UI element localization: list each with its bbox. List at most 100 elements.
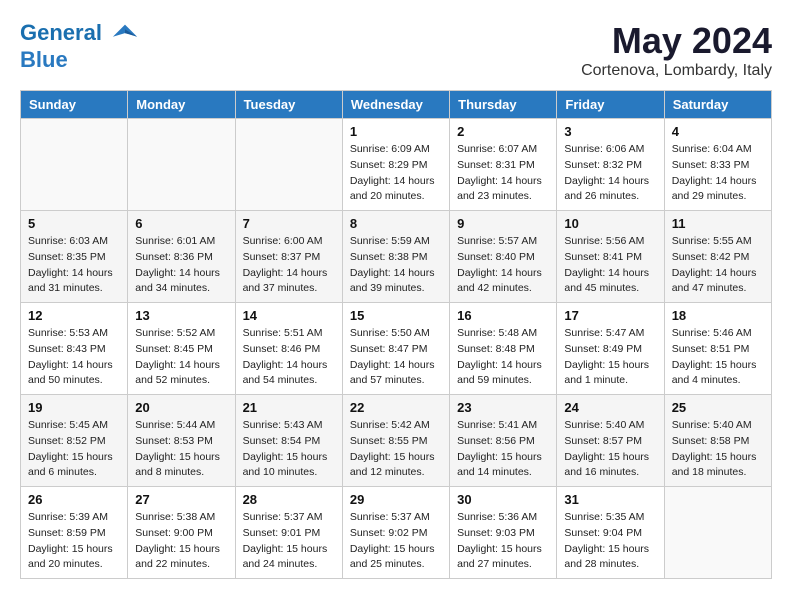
- weekday-header-friday: Friday: [557, 91, 664, 119]
- day-number: 28: [243, 492, 335, 507]
- calendar-week-row: 12 Sunrise: 5:53 AMSunset: 8:43 PMDayligh…: [21, 303, 772, 395]
- calendar-cell: 8 Sunrise: 5:59 AMSunset: 8:38 PMDaylight…: [342, 211, 449, 303]
- day-info: Sunrise: 6:00 AMSunset: 8:37 PMDaylight:…: [243, 234, 335, 297]
- day-info: Sunrise: 5:47 AMSunset: 8:49 PMDaylight:…: [564, 326, 656, 389]
- weekday-header-sunday: Sunday: [21, 91, 128, 119]
- calendar-cell: [21, 119, 128, 211]
- day-number: 17: [564, 308, 656, 323]
- day-info: Sunrise: 6:09 AMSunset: 8:29 PMDaylight:…: [350, 142, 442, 205]
- day-number: 23: [457, 400, 549, 415]
- calendar-cell: 1 Sunrise: 6:09 AMSunset: 8:29 PMDaylight…: [342, 119, 449, 211]
- day-info: Sunrise: 5:52 AMSunset: 8:45 PMDaylight:…: [135, 326, 227, 389]
- calendar-cell: 9Sunrise: 5:57 AMSunset: 8:40 PMDaylight…: [450, 211, 557, 303]
- day-info: Sunrise: 5:45 AMSunset: 8:52 PMDaylight:…: [28, 418, 120, 481]
- calendar-cell: 11 Sunrise: 5:55 AMSunset: 8:42 PMDayligh…: [664, 211, 771, 303]
- day-number: 5: [28, 216, 120, 231]
- day-info: Sunrise: 5:48 AMSunset: 8:48 PMDaylight:…: [457, 326, 549, 389]
- day-info: Sunrise: 5:59 AMSunset: 8:38 PMDaylight:…: [350, 234, 442, 297]
- day-info: Sunrise: 6:06 AMSunset: 8:32 PMDaylight:…: [564, 142, 656, 205]
- day-number: 31: [564, 492, 656, 507]
- weekday-header-thursday: Thursday: [450, 91, 557, 119]
- calendar-cell: 18Sunrise: 5:46 AMSunset: 8:51 PMDayligh…: [664, 303, 771, 395]
- calendar-cell: 10 Sunrise: 5:56 AMSunset: 8:41 PMDayligh…: [557, 211, 664, 303]
- day-number: 13: [135, 308, 227, 323]
- month-title: May 2024: [581, 20, 772, 62]
- day-info: Sunrise: 5:55 AMSunset: 8:42 PMDaylight:…: [672, 234, 764, 297]
- day-info: Sunrise: 5:37 AMSunset: 9:02 PMDaylight:…: [350, 510, 442, 573]
- day-number: 6: [135, 216, 227, 231]
- day-number: 21: [243, 400, 335, 415]
- calendar-week-row: 5 Sunrise: 6:03 AMSunset: 8:35 PMDaylight…: [21, 211, 772, 303]
- day-number: 22: [350, 400, 442, 415]
- day-number: 8: [350, 216, 442, 231]
- day-number: 19: [28, 400, 120, 415]
- logo-bird-icon: [111, 20, 139, 48]
- day-number: 27: [135, 492, 227, 507]
- title-block: May 2024 Cortenova, Lombardy, Italy: [581, 20, 772, 80]
- day-number: 16: [457, 308, 549, 323]
- calendar-week-row: 26 Sunrise: 5:39 AMSunset: 8:59 PMDayligh…: [21, 487, 772, 579]
- calendar-cell: [235, 119, 342, 211]
- day-info: Sunrise: 5:40 AMSunset: 8:57 PMDaylight:…: [564, 418, 656, 481]
- weekday-header-wednesday: Wednesday: [342, 91, 449, 119]
- day-number: 25: [672, 400, 764, 415]
- calendar-cell: 3 Sunrise: 6:06 AMSunset: 8:32 PMDaylight…: [557, 119, 664, 211]
- day-number: 14: [243, 308, 335, 323]
- weekday-header-row: SundayMondayTuesdayWednesdayThursdayFrid…: [21, 91, 772, 119]
- weekday-header-saturday: Saturday: [664, 91, 771, 119]
- day-number: 3: [564, 124, 656, 139]
- day-info: Sunrise: 5:43 AMSunset: 8:54 PMDaylight:…: [243, 418, 335, 481]
- day-info: Sunrise: 6:04 AMSunset: 8:33 PMDaylight:…: [672, 142, 764, 205]
- calendar-cell: 4 Sunrise: 6:04 AMSunset: 8:33 PMDaylight…: [664, 119, 771, 211]
- day-number: 24: [564, 400, 656, 415]
- calendar-cell: 25Sunrise: 5:40 AMSunset: 8:58 PMDayligh…: [664, 395, 771, 487]
- calendar-cell: [128, 119, 235, 211]
- weekday-header-monday: Monday: [128, 91, 235, 119]
- logo-blue: Blue: [20, 47, 68, 72]
- day-number: 18: [672, 308, 764, 323]
- day-number: 12: [28, 308, 120, 323]
- weekday-header-tuesday: Tuesday: [235, 91, 342, 119]
- calendar-cell: 21 Sunrise: 5:43 AMSunset: 8:54 PMDayligh…: [235, 395, 342, 487]
- calendar-cell: 20Sunrise: 5:44 AMSunset: 8:53 PMDayligh…: [128, 395, 235, 487]
- calendar-cell: 26 Sunrise: 5:39 AMSunset: 8:59 PMDayligh…: [21, 487, 128, 579]
- day-number: 2: [457, 124, 549, 139]
- day-number: 1: [350, 124, 442, 139]
- logo-general: General: [20, 20, 102, 45]
- day-info: Sunrise: 5:39 AMSunset: 8:59 PMDaylight:…: [28, 510, 120, 573]
- day-number: 10: [564, 216, 656, 231]
- calendar-cell: 24 Sunrise: 5:40 AMSunset: 8:57 PMDayligh…: [557, 395, 664, 487]
- location: Cortenova, Lombardy, Italy: [581, 62, 772, 80]
- day-number: 4: [672, 124, 764, 139]
- day-info: Sunrise: 5:35 AMSunset: 9:04 PMDaylight:…: [564, 510, 656, 573]
- day-number: 26: [28, 492, 120, 507]
- day-number: 29: [350, 492, 442, 507]
- calendar-cell: 7 Sunrise: 6:00 AMSunset: 8:37 PMDaylight…: [235, 211, 342, 303]
- calendar-cell: 22Sunrise: 5:42 AMSunset: 8:55 PMDayligh…: [342, 395, 449, 487]
- calendar-week-row: 1 Sunrise: 6:09 AMSunset: 8:29 PMDaylight…: [21, 119, 772, 211]
- calendar-week-row: 19 Sunrise: 5:45 AMSunset: 8:52 PMDayligh…: [21, 395, 772, 487]
- day-info: Sunrise: 5:38 AMSunset: 9:00 PMDaylight:…: [135, 510, 227, 573]
- day-info: Sunrise: 6:03 AMSunset: 8:35 PMDaylight:…: [28, 234, 120, 297]
- day-info: Sunrise: 5:56 AMSunset: 8:41 PMDaylight:…: [564, 234, 656, 297]
- calendar-table: SundayMondayTuesdayWednesdayThursdayFrid…: [20, 90, 772, 579]
- calendar-cell: 28Sunrise: 5:37 AMSunset: 9:01 PMDayligh…: [235, 487, 342, 579]
- day-info: Sunrise: 5:57 AMSunset: 8:40 PMDaylight:…: [457, 234, 549, 297]
- day-number: 11: [672, 216, 764, 231]
- day-info: Sunrise: 6:01 AMSunset: 8:36 PMDaylight:…: [135, 234, 227, 297]
- calendar-cell: 15Sunrise: 5:50 AMSunset: 8:47 PMDayligh…: [342, 303, 449, 395]
- calendar-cell: 30Sunrise: 5:36 AMSunset: 9:03 PMDayligh…: [450, 487, 557, 579]
- calendar-cell: 5 Sunrise: 6:03 AMSunset: 8:35 PMDaylight…: [21, 211, 128, 303]
- day-info: Sunrise: 5:44 AMSunset: 8:53 PMDaylight:…: [135, 418, 227, 481]
- calendar-cell: 12 Sunrise: 5:53 AMSunset: 8:43 PMDayligh…: [21, 303, 128, 395]
- day-number: 7: [243, 216, 335, 231]
- day-info: Sunrise: 5:53 AMSunset: 8:43 PMDaylight:…: [28, 326, 120, 389]
- calendar-cell: 17 Sunrise: 5:47 AMSunset: 8:49 PMDayligh…: [557, 303, 664, 395]
- calendar-cell: 31 Sunrise: 5:35 AMSunset: 9:04 PMDayligh…: [557, 487, 664, 579]
- calendar-cell: 19 Sunrise: 5:45 AMSunset: 8:52 PMDayligh…: [21, 395, 128, 487]
- day-info: Sunrise: 5:36 AMSunset: 9:03 PMDaylight:…: [457, 510, 549, 573]
- calendar-cell: 29 Sunrise: 5:37 AMSunset: 9:02 PMDayligh…: [342, 487, 449, 579]
- calendar-cell: 13 Sunrise: 5:52 AMSunset: 8:45 PMDayligh…: [128, 303, 235, 395]
- calendar-cell: 6 Sunrise: 6:01 AMSunset: 8:36 PMDaylight…: [128, 211, 235, 303]
- day-info: Sunrise: 5:50 AMSunset: 8:47 PMDaylight:…: [350, 326, 442, 389]
